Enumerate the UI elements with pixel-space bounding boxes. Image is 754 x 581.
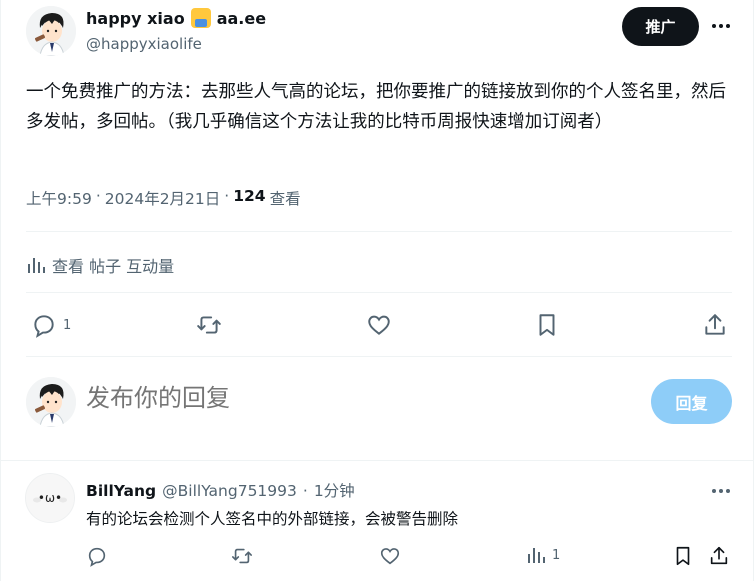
author-handle[interactable]: @happyxiaolife [86, 35, 202, 53]
post-text: 一个免费推广的方法：去那些人气高的论坛，把你要推广的链接放到你的个人签名里，然后… [26, 82, 726, 132]
comment-share-button[interactable] [708, 545, 730, 567]
heart-icon [368, 315, 390, 335]
view-analytics-link[interactable]: 查看 帖子 互动量 [26, 253, 174, 277]
comment-views-count: 1 [552, 547, 561, 563]
divider [26, 356, 732, 357]
comment-text: 有的论坛会检测个人签名中的外部链接，会被警告删除 [86, 510, 459, 528]
author-name[interactable]: happy xiao [86, 9, 185, 28]
current-user-avatar[interactable] [26, 377, 76, 427]
author-avatar[interactable] [26, 6, 76, 56]
post-time[interactable]: 上午9:59 [26, 187, 92, 209]
share-icon [705, 314, 725, 335]
avatar-face: •ω• [38, 491, 62, 505]
comment-time[interactable]: 1分钟 [314, 479, 355, 501]
post-meta: 上午9:59 · 2024年2月21日 · 124 查看 [26, 187, 301, 209]
bar-chart-icon [28, 258, 45, 273]
more-dots-icon[interactable] [709, 479, 733, 503]
meta-separator: · [95, 187, 101, 205]
comment-like-button[interactable] [379, 545, 401, 567]
bookmark-icon [539, 314, 555, 336]
author-name-suffix[interactable]: aa.ee [217, 9, 266, 28]
commenter-name[interactable]: BillYang [86, 482, 156, 500]
author-name-row[interactable]: happy xiao aa.ee [86, 8, 266, 28]
reply-count: 1 [63, 317, 72, 333]
repost-icon [232, 548, 252, 564]
views-count: 124 [233, 187, 266, 205]
share-button[interactable] [702, 312, 728, 338]
reply-button[interactable]: 1 [31, 312, 71, 338]
section-separator [1, 460, 754, 461]
analytics-label: 查看 帖子 互动量 [52, 257, 175, 276]
technologist-emoji-icon [190, 8, 211, 28]
reply-bubble-icon [88, 547, 106, 567]
comment-action-bar: 1 [86, 545, 736, 571]
comment-views-button[interactable]: 1 [526, 545, 560, 565]
repost-icon [197, 316, 221, 334]
commenter-handle[interactable]: @BillYang751993 [162, 482, 297, 500]
comment-header: BillYang @BillYang751993 · 1分钟 [86, 479, 355, 501]
post-date[interactable]: 2024年2月21日 [105, 187, 221, 209]
comment-repost-button[interactable] [231, 545, 253, 567]
bookmark-icon [676, 546, 690, 566]
comment-bookmark-button[interactable] [672, 545, 694, 567]
divider [26, 231, 732, 232]
reply-input[interactable] [86, 384, 626, 412]
commenter-avatar[interactable]: •ω• [25, 473, 75, 523]
share-icon [710, 546, 728, 565]
divider [26, 292, 732, 293]
repost-button[interactable] [196, 312, 222, 338]
reply-submit-button[interactable]: 回复 [651, 379, 732, 424]
reply-bubble-icon [34, 315, 54, 338]
bookmark-button[interactable] [534, 312, 560, 338]
heart-icon [380, 548, 400, 565]
post-action-bar: 1 [26, 312, 732, 342]
views-label: 查看 [269, 190, 301, 208]
like-button[interactable] [366, 312, 392, 338]
meta-separator: · [224, 187, 230, 205]
more-dots-icon[interactable] [709, 14, 733, 38]
promote-button[interactable]: 推广 [622, 7, 699, 46]
meta-separator: · [302, 482, 308, 500]
comment-reply-button[interactable] [86, 545, 108, 567]
bar-chart-icon [528, 548, 545, 563]
post-detail-view: happy xiao aa.ee @happyxiaolife 推广 一个免费推… [0, 0, 754, 581]
